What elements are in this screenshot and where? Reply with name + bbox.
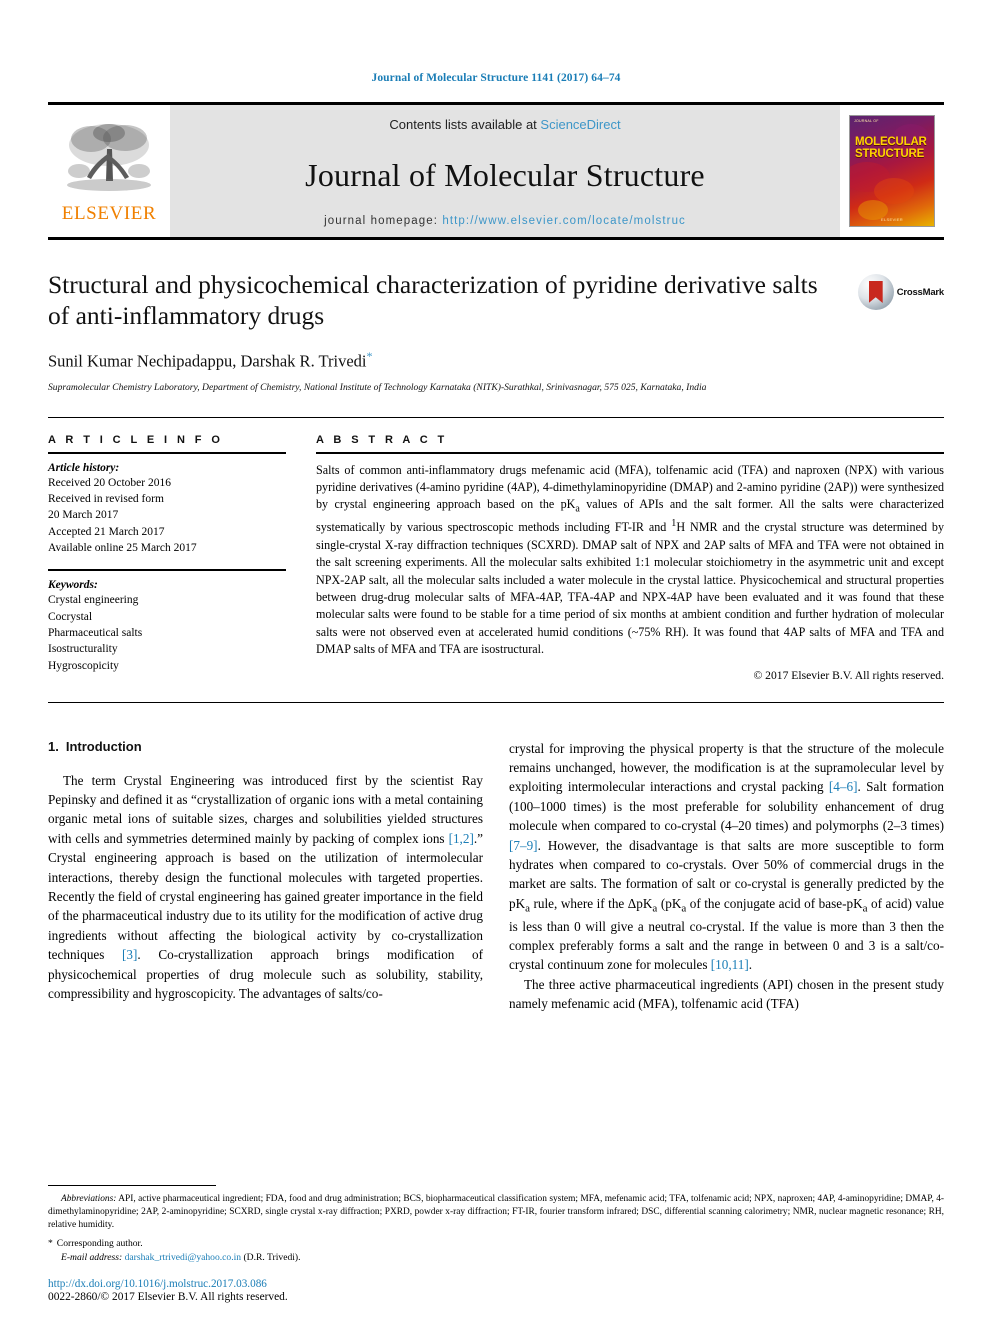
footnote-block: Abbreviations: API, active pharmaceutica… bbox=[48, 1184, 944, 1263]
cover-title-line1: MOLECULAR bbox=[855, 136, 927, 148]
subscript: a bbox=[525, 902, 531, 915]
body-columns: 1. Introduction The term Crystal Engineer… bbox=[48, 739, 944, 1014]
keyword-item: Hygroscopicity bbox=[48, 659, 119, 672]
corresponding-bullet: * bbox=[48, 1237, 53, 1249]
history-item: Accepted 21 March 2017 bbox=[48, 525, 165, 538]
citation-7-9[interactable]: [7–9] bbox=[509, 838, 538, 853]
email-note: E-mail address: darshak_rtrivedi@yahoo.c… bbox=[48, 1252, 448, 1263]
intro-text-2: .” Crystal engineering approach is based… bbox=[48, 830, 483, 963]
issn-copyright-line: 0022-2860/© 2017 Elsevier B.V. All right… bbox=[48, 1291, 288, 1303]
journal-homepage-line: journal homepage: http://www.elsevier.co… bbox=[324, 215, 686, 227]
section-heading-introduction: 1. Introduction bbox=[48, 739, 483, 754]
crossmark-icon bbox=[857, 274, 894, 310]
affiliation: Supramolecular Chemistry Laboratory, Dep… bbox=[48, 381, 707, 393]
doi-block: http://dx.doi.org/10.1016/j.molstruc.201… bbox=[48, 1278, 288, 1303]
abstract-text: Salts of common anti-inflammatory drugs … bbox=[316, 462, 944, 657]
contents-available-line: Contents lists available at ScienceDirec… bbox=[389, 117, 620, 132]
author-names: Sunil Kumar Nechipadappu, Darshak R. Tri… bbox=[48, 351, 367, 371]
running-head: Journal of Molecular Structure 1141 (201… bbox=[371, 72, 621, 84]
journal-cover-thumbnail: JOURNAL OF MOLECULAR STRUCTURE ELSEVIER bbox=[840, 105, 944, 237]
abstract-rule bbox=[316, 451, 944, 454]
article-history-label: Article history: bbox=[48, 461, 120, 474]
intro-text-1: The term Crystal Engineering was introdu… bbox=[48, 772, 483, 846]
keyword-item: Crystal engineering bbox=[48, 594, 139, 607]
sciencedirect-link[interactable]: ScienceDirect bbox=[540, 117, 620, 132]
citation-1-2[interactable]: [1,2] bbox=[449, 831, 474, 846]
email-label: E-mail address: bbox=[61, 1252, 123, 1263]
elsevier-tree-icon bbox=[67, 124, 151, 191]
journal-masthead: ELSEVIER Contents lists available at Sci… bbox=[48, 102, 944, 240]
keywords-label: Keywords: bbox=[48, 579, 98, 592]
body-column-right: crystal for improving the physical prope… bbox=[509, 739, 944, 1014]
history-item: Available online 25 March 2017 bbox=[48, 541, 197, 554]
intro-paragraph-left: The term Crystal Engineering was introdu… bbox=[48, 771, 483, 1004]
abbreviations-note: Abbreviations: API, active pharmaceutica… bbox=[48, 1193, 944, 1233]
subscript: a bbox=[862, 902, 868, 915]
abstract-heading: A B S T R A C T bbox=[316, 433, 448, 446]
email-suffix: (D.R. Trivedi). bbox=[243, 1252, 301, 1263]
keyword-item: Isostructurality bbox=[48, 643, 118, 656]
email-link[interactable]: darshak_rtrivedi@yahoo.co.in bbox=[125, 1252, 241, 1263]
citation-10-11[interactable]: [10,11] bbox=[711, 957, 749, 972]
subscript: a bbox=[652, 902, 658, 915]
footnote-rule bbox=[48, 1184, 216, 1186]
history-item: 20 March 2017 bbox=[48, 509, 119, 522]
crossmark-label: CrossMark bbox=[896, 286, 945, 298]
corresponding-author-note: * Corresponding author. bbox=[48, 1237, 448, 1251]
divider-below-abstract bbox=[48, 701, 944, 703]
info-abstract-region: A R T I C L E I N F O Article history: R… bbox=[48, 434, 944, 682]
article-info-heading: A R T I C L E I N F O bbox=[48, 433, 224, 446]
journal-title: Journal of Molecular Structure bbox=[305, 156, 705, 193]
superscript: 1 bbox=[671, 518, 677, 530]
history-item: Received 20 October 2016 bbox=[48, 476, 171, 489]
crossmark-badge[interactable]: CrossMark bbox=[857, 274, 945, 310]
corresponding-author-marker: * bbox=[366, 349, 373, 364]
homepage-url-link[interactable]: http://www.elsevier.com/locate/molstruc bbox=[442, 215, 686, 227]
contents-prefix: Contents lists available at bbox=[389, 117, 541, 132]
article-page: Journal of Molecular Structure 1141 (201… bbox=[0, 0, 992, 1323]
history-item: Received in revised form bbox=[48, 492, 164, 505]
keywords-rule bbox=[48, 569, 286, 572]
intro-right-4: . bbox=[748, 957, 753, 973]
title-block: Structural and physicochemical character… bbox=[48, 270, 944, 395]
section-number: 1. bbox=[48, 738, 59, 754]
abbreviations-text: API, active pharmaceutical ingredient; F… bbox=[48, 1193, 944, 1231]
subscript: a bbox=[575, 503, 580, 515]
article-info-column: A R T I C L E I N F O Article history: R… bbox=[48, 434, 286, 682]
masthead-center: Contents lists available at ScienceDirec… bbox=[170, 105, 840, 237]
subscript: a bbox=[681, 902, 687, 915]
keyword-item: Pharmaceutical salts bbox=[48, 626, 143, 639]
intro-paragraph-right: crystal for improving the physical prope… bbox=[509, 739, 944, 975]
doi-link[interactable]: http://dx.doi.org/10.1016/j.molstruc.201… bbox=[48, 1278, 288, 1290]
cover-top-label: JOURNAL OF bbox=[854, 119, 879, 123]
corresponding-author-text: Corresponding author. bbox=[56, 1237, 143, 1249]
body-column-left: 1. Introduction The term Crystal Engineer… bbox=[48, 739, 483, 1014]
keyword-item: Cocrystal bbox=[48, 610, 93, 623]
divider-above-info bbox=[48, 416, 944, 418]
homepage-label: journal homepage: bbox=[324, 215, 443, 227]
citation-3[interactable]: [3] bbox=[122, 947, 137, 962]
intro-paragraph-right-2: The three active pharmaceutical ingredie… bbox=[509, 976, 944, 1012]
author-list: Sunil Kumar Nechipadappu, Darshak R. Tri… bbox=[48, 349, 944, 372]
section-title: Introduction bbox=[65, 738, 142, 754]
cover-bottom-label: ELSEVIER bbox=[881, 217, 903, 222]
abbreviations-label: Abbreviations: bbox=[61, 1193, 117, 1204]
cover-title: MOLECULAR STRUCTURE bbox=[855, 136, 930, 160]
elsevier-wordmark: ELSEVIER bbox=[61, 203, 157, 224]
abstract-copyright: © 2017 Elsevier B.V. All rights reserved… bbox=[753, 668, 944, 682]
page-title: Structural and physicochemical character… bbox=[48, 270, 818, 330]
abstract-column: A B S T R A C T Salts of common anti-inf… bbox=[316, 434, 944, 682]
article-info-rule bbox=[48, 451, 286, 454]
elsevier-logo: ELSEVIER bbox=[48, 105, 170, 237]
citation-4-6[interactable]: [4–6] bbox=[829, 779, 858, 794]
cover-title-line2: STRUCTURE bbox=[855, 148, 925, 161]
intro-right-3: . However, the disadvantage is that salt… bbox=[509, 837, 944, 973]
